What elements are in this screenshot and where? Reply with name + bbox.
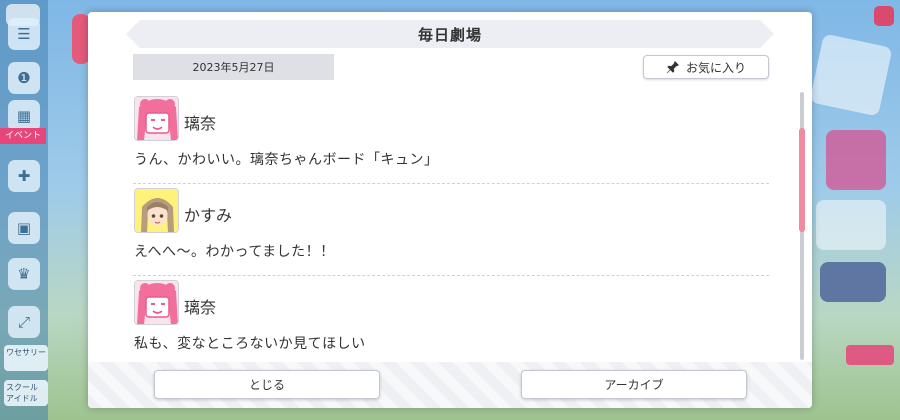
- speaker-name: 璃奈: [184, 114, 217, 133]
- background-tile: [809, 33, 893, 117]
- message-item: 璃奈 私も、変なところないか見てほしい: [133, 276, 769, 362]
- background-tile: [816, 200, 886, 250]
- message-item: 璃奈 うん、かわいい。璃奈ちゃんボード「キュン」: [133, 92, 769, 184]
- gift-icon[interactable]: ✚: [8, 160, 40, 192]
- archive-button[interactable]: アーカイブ: [521, 370, 747, 399]
- event-badge: イベント: [0, 128, 46, 144]
- dialog-title-bar: 毎日劇場: [126, 20, 774, 48]
- favorite-button-label: お気に入り: [685, 60, 746, 75]
- dialog-title: 毎日劇場: [417, 25, 482, 44]
- accessory-button[interactable]: ワセサリー: [4, 345, 48, 371]
- close-button[interactable]: とじる: [154, 370, 380, 399]
- message-list[interactable]: 璃奈 うん、かわいい。璃奈ちゃんボード「キュン」 かすみ えへへ〜。わかってまし…: [133, 92, 769, 362]
- daily-theater-dialog: 毎日劇場 2023年5月27日 お気に入り 璃奈 うん、かわいい。璃奈ちゃんボー…: [88, 12, 812, 408]
- pin-icon: [666, 60, 680, 74]
- screen-icon[interactable]: ▣: [8, 212, 40, 244]
- favorite-button[interactable]: お気に入り: [643, 55, 769, 79]
- background-tile: [820, 262, 886, 302]
- message-item: かすみ えへへ〜。わかってました！！: [133, 184, 769, 276]
- speaker-name: かすみ: [184, 206, 233, 225]
- rina-avatar: [134, 280, 179, 325]
- scrollbar-thumb[interactable]: [799, 128, 805, 232]
- school-idol-button[interactable]: スクール アイドル: [4, 380, 48, 406]
- expand-icon[interactable]: ⤢: [8, 306, 40, 338]
- message-text: えへへ〜。わかってました！！: [134, 244, 335, 260]
- rina-avatar: [134, 96, 179, 141]
- menu-icon[interactable]: ☰: [8, 18, 40, 50]
- message-text: うん、かわいい。璃奈ちゃんボード「キュン」: [134, 152, 439, 168]
- background-pink-box: [846, 345, 894, 365]
- trophy-icon[interactable]: ♛: [8, 258, 40, 290]
- date-label: 2023年5月27日: [133, 54, 334, 80]
- kasumi-avatar: [134, 188, 179, 233]
- speaker-name: 璃奈: [184, 298, 217, 317]
- close-corner-button[interactable]: [874, 6, 894, 26]
- message-text: 私も、変なところないか見てほしい: [134, 336, 366, 352]
- chat-icon[interactable]: ❶: [8, 62, 40, 94]
- background-tile: [826, 130, 886, 190]
